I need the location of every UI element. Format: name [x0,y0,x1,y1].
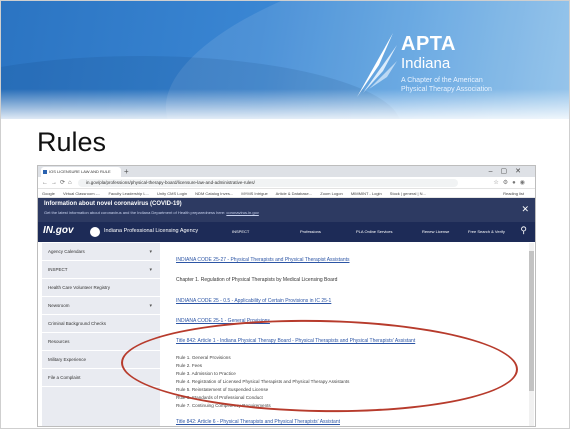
rule-item: Rule 7. Continuing Competency Requiremen… [176,403,271,408]
sidebar-item-label: INSPECT [48,267,68,272]
sidebar-item-background-checks[interactable]: Criminal Background Checks [42,315,160,333]
bookmark[interactable]: Stock | general | N... [390,191,426,196]
bookmark[interactable]: NDM Catalog Inves... [195,191,233,196]
rule-item: Rule 4. Registration of Licensed Physica… [176,379,350,384]
sidebar-item-military-experience[interactable]: Military Experience [42,351,160,369]
sidebar-item-label: Military Experience [48,357,87,362]
sidebar-item-label: Health Care Volunteer Registry [48,285,111,290]
covid-heading: Information about novel coronavirus (COV… [44,201,182,207]
covid-sub-text: Get the latest information about coronav… [44,210,226,215]
logo-tagline-line-2: Physical Therapy Association [401,86,492,93]
nav-free-search[interactable]: Free Search & Verify [468,229,505,234]
logo-apta-text: APTA [401,33,456,55]
sidebar-item-label: Agency Calendars [48,249,85,254]
header-band: APTA Indiana A Chapter of the American P… [1,1,569,119]
close-icon[interactable]: ✕ [521,204,529,215]
sidebar-item-inspect[interactable]: INSPECT ▾ [42,261,160,279]
sidebar-item-agency-calendars[interactable]: Agency Calendars ▾ [42,243,160,261]
main-content: INDIANA CODE 25-27 - Physical Therapists… [176,243,516,426]
sidebar-item-resources[interactable]: Resources [42,333,160,351]
sidebar-item-label: File a Complaint [48,375,81,380]
bookmark[interactable]: MYMS Intrigue [241,191,267,196]
chevron-down-icon[interactable]: ▾ [149,243,152,261]
bookmark[interactable]: MIMMINT - Login [351,191,382,196]
covid-banner: Information about novel coronavirus (COV… [38,198,535,222]
bookmark-reading-list[interactable]: Reading list [503,189,524,197]
search-icon[interactable]: ⚲ [520,225,527,236]
chevron-down-icon[interactable]: ▾ [149,261,152,279]
rule-item: Rule 1. General Provisions [176,355,231,360]
bookmark[interactable]: Virtual Classroom -... [63,191,100,196]
nav-buttons[interactable]: ←→⟳⌂ [42,177,75,189]
url-field[interactable]: in.gov/pla/professions/physical-therapy-… [78,179,458,187]
link-title-842-article-6[interactable]: Title 842: Article 6 - Physical Therapis… [176,419,340,425]
apta-swoosh-icon [357,33,397,97]
bookmark[interactable]: Article & Database... [276,191,312,196]
logo-indiana-text: Indiana [401,55,451,72]
ingov-brand[interactable]: IN.gov [43,225,74,236]
sidebar-item-label: Newsroom [48,303,70,308]
scrollbar-thumb[interactable] [529,251,534,391]
rule-item: Rule 3. Admission to Practice [176,371,236,376]
presentation-slide: APTA Indiana A Chapter of the American P… [0,0,570,429]
tab-favicon-icon [43,170,47,174]
state-seal-icon [90,227,100,237]
bookmark[interactable]: Google [42,191,55,196]
rule-item: Rule 2. Fees [176,363,203,368]
agency-name[interactable]: Indiana Professional Licensing Agency [104,228,198,234]
nav-pla-online-services[interactable]: PLA Online Services [356,229,392,234]
nav-professions[interactable]: Professions [300,229,321,234]
apta-indiana-logo: APTA Indiana A Chapter of the American P… [353,23,563,103]
browser-screenshot: IOS LICENSURE LAW AND RULE + –▢✕ ←→⟳⌂ in… [37,165,536,427]
rule-item: Rule 5. Reinstatement of Suspended Licen… [176,387,269,392]
new-tab-icon[interactable]: + [124,166,129,177]
sidebar-item-volunteer-registry[interactable]: Health Care Volunteer Registry [42,279,160,297]
chevron-down-icon[interactable]: ▾ [149,297,152,315]
bookmark[interactable]: Zoom Logon [320,191,342,196]
nav-renew-license[interactable]: Renew License [422,229,449,234]
nav-inspect[interactable]: INSPECT [232,229,249,234]
window-controls[interactable]: –▢✕ [489,166,529,177]
slide-title: Rules [37,127,107,157]
logo-tagline-line-1: A Chapter of the American [401,77,483,84]
link-title-842-article-1[interactable]: Title 842: Article 1 - Indiana Physical … [176,338,415,344]
link-indiana-code-25-1[interactable]: INDIANA CODE 25-1 - General Provisions [176,318,270,324]
link-indiana-code-25-0-5[interactable]: INDIANA CODE 25 - 0.5 - Applicability of… [176,298,331,304]
chapter-1-text: Chapter 1. Regulation of Physical Therap… [176,277,338,283]
rule-item: Rule 6. Standards of Professional Conduc… [176,395,263,400]
covid-subtext: Get the latest information about coronav… [44,210,529,215]
browser-tab-bar: IOS LICENSURE LAW AND RULE + –▢✕ [38,166,535,177]
bookmark[interactable]: Unity CMS Login [157,191,187,196]
sidebar-item-file-complaint[interactable]: File a Complaint [42,369,160,387]
covid-link[interactable]: coronavirus.in.gov [226,210,258,215]
link-indiana-code-25-27[interactable]: INDIANA CODE 25-27 - Physical Therapists… [176,257,350,263]
extension-icons[interactable]: ☆⚙●◉ [493,177,529,189]
sidebar-item-newsroom[interactable]: Newsroom ▾ [42,297,160,315]
sidebar: Agency Calendars ▾ INSPECT ▾ Health Care… [42,243,160,426]
vertical-scrollbar[interactable] [529,243,534,426]
ingov-header: IN.gov Indiana Professional Licensing Ag… [38,222,535,242]
tab-label: IOS LICENSURE LAW AND RULE [49,169,111,174]
bookmarks-bar: Google Virtual Classroom -... Faculty Le… [38,189,535,198]
browser-tab[interactable]: IOS LICENSURE LAW AND RULE [41,167,121,177]
address-bar-row: ←→⟳⌂ in.gov/pla/professions/physical-the… [38,177,535,189]
page-body: Agency Calendars ▾ INSPECT ▾ Health Care… [38,243,535,426]
bookmark[interactable]: Faculty Leadership L... [108,191,148,196]
sidebar-item-label: Resources [48,339,70,344]
sidebar-item-label: Criminal Background Checks [48,321,107,326]
